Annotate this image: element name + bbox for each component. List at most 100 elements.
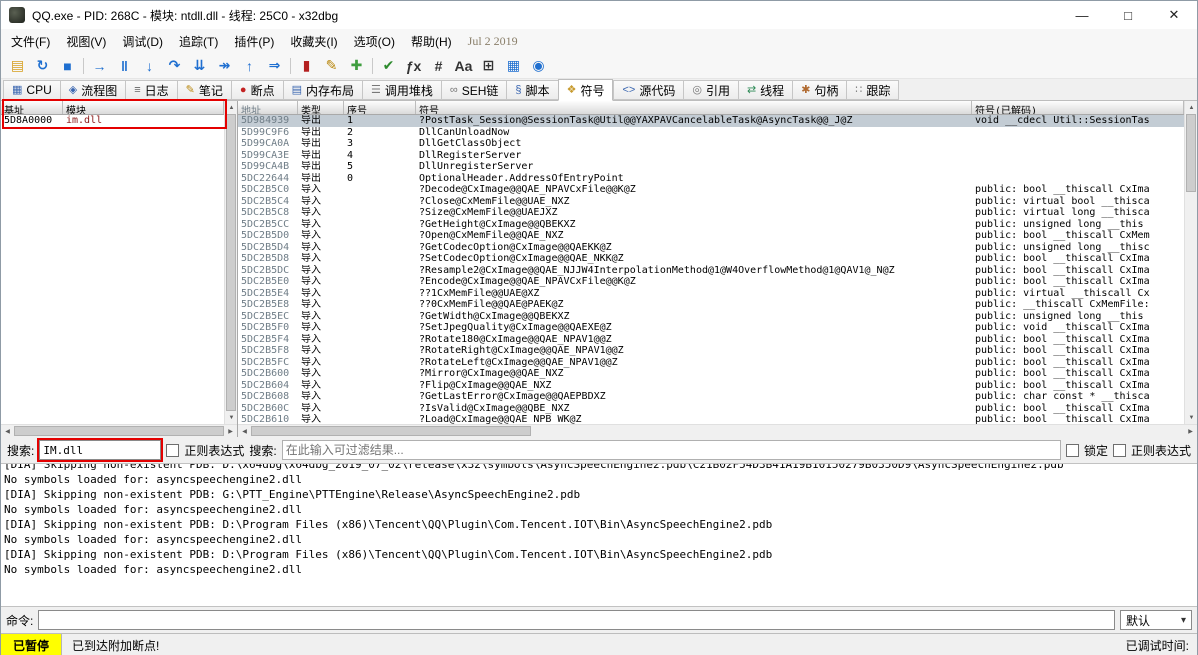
symbols-col-ordinal[interactable]: 序号 bbox=[344, 101, 416, 114]
tab-trace[interactable]: ∷跟踪 bbox=[846, 80, 899, 100]
modules-col-module[interactable]: 模块 bbox=[63, 101, 224, 114]
command-input[interactable] bbox=[38, 610, 1115, 630]
minimize-button[interactable]: — bbox=[1059, 1, 1105, 29]
menu-help[interactable]: 帮助(H) bbox=[403, 29, 460, 53]
module-search-input[interactable] bbox=[39, 440, 161, 460]
run-to-return-icon[interactable]: ↑ bbox=[237, 55, 262, 77]
tab-script[interactable]: §脚本 bbox=[506, 80, 557, 100]
symbol-row[interactable]: 5DC2B610导入?Load@CxImage@@QAE_NPB_WK@Zpub… bbox=[238, 414, 1184, 424]
symbol-row[interactable]: 5DC2B5EC导入?GetWidth@CxImage@@QBEKXZpubli… bbox=[238, 311, 1184, 323]
tab-log[interactable]: ≡日志 bbox=[125, 80, 176, 100]
symbol-row[interactable]: 5D99CA3E导出4DllRegisterServer bbox=[238, 150, 1184, 162]
trace-into-icon[interactable]: ⇊ bbox=[187, 55, 212, 77]
symbols-vscroll-track[interactable] bbox=[1185, 114, 1197, 411]
symbol-row[interactable]: 5DC2B5DC导入?Resample2@CxImage@@QAE_NJJW4I… bbox=[238, 265, 1184, 277]
tab-threads[interactable]: ⇄线程 bbox=[738, 80, 792, 100]
scroll-down-icon[interactable]: ▼ bbox=[225, 411, 237, 424]
tab-call-stack[interactable]: ☰调用堆栈 bbox=[362, 80, 441, 100]
symbol-row[interactable]: 5D984939导出1?PostTask_Session@SessionTask… bbox=[238, 115, 1184, 127]
modules-hscroll-track[interactable] bbox=[14, 425, 224, 437]
tab-symbols[interactable]: ❖符号 bbox=[558, 79, 614, 101]
symbols-col-symbol[interactable]: 符号 bbox=[416, 101, 972, 114]
modules-hscrollbar[interactable]: ◀ ▶ bbox=[1, 424, 237, 437]
patch-icon[interactable]: ✚ bbox=[344, 55, 369, 77]
skip-icon[interactable]: ⇒ bbox=[262, 55, 287, 77]
symbol-regex-checkbox[interactable] bbox=[1113, 444, 1126, 457]
symbols-col-decorated[interactable]: 符号(已解码) bbox=[972, 101, 1184, 114]
update-icon[interactable]: ◉ bbox=[526, 55, 551, 77]
scroll-left-icon[interactable]: ◀ bbox=[238, 425, 251, 437]
hash-icon[interactable]: # bbox=[426, 55, 451, 77]
menu-view[interactable]: 视图(V) bbox=[58, 29, 114, 53]
symbol-row[interactable]: 5DC2B5D0导入?Open@CxMemFile@@QAE_NXZpublic… bbox=[238, 230, 1184, 242]
module-regex-checkbox[interactable] bbox=[166, 444, 179, 457]
symbols-hscroll-thumb[interactable] bbox=[251, 426, 531, 436]
module-row[interactable]: 5D8A0000im.dll bbox=[1, 115, 224, 127]
detach-icon[interactable]: ▮ bbox=[294, 55, 319, 77]
symbol-row[interactable]: 5DC2B5C4导入?Close@CxMemFile@@UAE_NXZpubli… bbox=[238, 196, 1184, 208]
symbol-row[interactable]: 5DC2B5CC导入?GetHeight@CxImage@@QBEKXZpubl… bbox=[238, 219, 1184, 231]
symbol-row[interactable]: 5DC2B600导入?Mirror@CxImage@@QAE_NXZpublic… bbox=[238, 368, 1184, 380]
symbol-row[interactable]: 5DC2B5F0导入?SetJpegQuality@CxImage@@QAEXE… bbox=[238, 322, 1184, 334]
modules-col-base[interactable]: 基址 bbox=[1, 101, 63, 114]
menu-favourites[interactable]: 收藏夹(I) bbox=[282, 29, 345, 53]
trace-over-icon[interactable]: ↠ bbox=[212, 55, 237, 77]
symbol-row[interactable]: 5DC2B5E0导入?Encode@CxImage@@QAE_NPAVCxFil… bbox=[238, 276, 1184, 288]
scroll-down-icon[interactable]: ▼ bbox=[1185, 411, 1197, 424]
menu-debug[interactable]: 调试(D) bbox=[114, 29, 171, 53]
tab-breakpoints[interactable]: ●断点 bbox=[231, 80, 283, 100]
pause-icon[interactable]: ‖ bbox=[112, 55, 137, 77]
symbol-row[interactable]: 5DC2B5D8导入?SetCodecOption@CxImage@@QAE_N… bbox=[238, 253, 1184, 265]
fx-icon[interactable]: ƒx bbox=[401, 55, 426, 77]
comment-icon[interactable]: ✎ bbox=[319, 55, 344, 77]
menu-options[interactable]: 选项(O) bbox=[346, 29, 403, 53]
symbol-row[interactable]: 5DC2B60C导入?IsValid@CxImage@@QBE_NXZpubli… bbox=[238, 403, 1184, 415]
symbol-row[interactable]: 5DC2B5D4导入?GetCodecOption@CxImage@@QAEKK… bbox=[238, 242, 1184, 254]
step-into-icon[interactable]: ↓ bbox=[137, 55, 162, 77]
symbols-col-type[interactable]: 类型 bbox=[298, 101, 344, 114]
menu-trace[interactable]: 追踪(T) bbox=[171, 29, 226, 53]
tab-notes[interactable]: ✎笔记 bbox=[177, 80, 231, 100]
modules-vscroll-track[interactable] bbox=[225, 114, 237, 411]
profile-dropdown[interactable]: 默认 ▾ bbox=[1120, 610, 1192, 630]
symbol-row[interactable]: 5DC2B5C0导入?Decode@CxImage@@QAE_NPAVCxFil… bbox=[238, 184, 1184, 196]
restart-icon[interactable]: ↻ bbox=[30, 55, 55, 77]
menu-plugins[interactable]: 插件(P) bbox=[226, 29, 282, 53]
stop-icon[interactable]: ■ bbox=[55, 55, 80, 77]
run-icon[interactable]: → bbox=[87, 55, 112, 77]
menu-file[interactable]: 文件(F) bbox=[3, 29, 58, 53]
close-button[interactable]: ✕ bbox=[1151, 1, 1197, 29]
symbol-row[interactable]: 5DC2B5E8导入??0CxMemFile@@QAE@PAEK@Zpublic… bbox=[238, 299, 1184, 311]
symbol-filter-input[interactable] bbox=[282, 440, 1061, 460]
symbol-row[interactable]: 5DC2B5C8导入?Size@CxMemFile@@UAEJXZpublic:… bbox=[238, 207, 1184, 219]
symbol-row[interactable]: 5DC2B604导入?Flip@CxImage@@QAE_NXZpublic: … bbox=[238, 380, 1184, 392]
maximize-button[interactable]: □ bbox=[1105, 1, 1151, 29]
symbol-row[interactable]: 5DC2B5F4导入?Rotate180@CxImage@@QAE_NPAV1@… bbox=[238, 334, 1184, 346]
symbols-vscroll-thumb[interactable] bbox=[1186, 114, 1196, 192]
symbol-row[interactable]: 5DC2B5E4导入??1CxMemFile@@UAE@XZpublic: vi… bbox=[238, 288, 1184, 300]
modules-hscroll-thumb[interactable] bbox=[14, 426, 224, 436]
symbol-row[interactable]: 5D99CA0A导出3DllGetClassObject bbox=[238, 138, 1184, 150]
step-over-icon[interactable]: ↷ bbox=[162, 55, 187, 77]
scroll-up-icon[interactable]: ▲ bbox=[225, 101, 237, 114]
open-file-icon[interactable]: ▤ bbox=[5, 55, 30, 77]
symbol-row[interactable]: 5DC2B5F8导入?RotateRight@CxImage@@QAE_NPAV… bbox=[238, 345, 1184, 357]
modules-vscrollbar[interactable]: ▲ ▼ bbox=[224, 101, 237, 424]
tab-seh[interactable]: ∞SEH链 bbox=[441, 80, 507, 100]
symbols-hscrollbar[interactable]: ◀ ▶ bbox=[238, 424, 1197, 437]
symbol-row[interactable]: 5D99C9F6导出2DllCanUnloadNow bbox=[238, 127, 1184, 139]
symbol-row[interactable]: 5DC2B5FC导入?RotateLeft@CxImage@@QAE_NPAV1… bbox=[238, 357, 1184, 369]
font-icon[interactable]: Aa bbox=[451, 55, 476, 77]
tab-memory-map[interactable]: ▤内存布局 bbox=[283, 80, 362, 100]
graph-icon[interactable]: ▦ bbox=[501, 55, 526, 77]
calculator-icon[interactable]: ⊞ bbox=[476, 55, 501, 77]
tab-handles[interactable]: ✱句柄 bbox=[792, 80, 846, 100]
symbols-vscrollbar[interactable]: ▲ ▼ bbox=[1184, 101, 1197, 424]
scroll-up-icon[interactable]: ▲ bbox=[1185, 101, 1197, 114]
tab-graph[interactable]: ◈流程图 bbox=[60, 80, 125, 100]
scroll-right-icon[interactable]: ▶ bbox=[1184, 425, 1197, 437]
symbol-row[interactable]: 5DC22644导出0OptionalHeader.AddressOfEntry… bbox=[238, 173, 1184, 185]
tab-cpu[interactable]: ▦CPU bbox=[3, 80, 60, 100]
symbols-hscroll-track[interactable] bbox=[251, 425, 1184, 437]
symbol-row[interactable]: 5D99CA4B导出5DllUnregisterServer bbox=[238, 161, 1184, 173]
